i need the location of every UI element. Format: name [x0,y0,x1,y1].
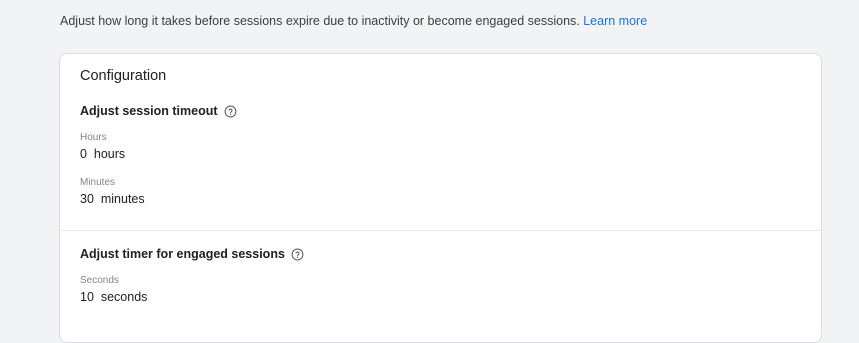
card-title: Configuration [80,68,167,84]
session-timeout-help-icon[interactable] [224,105,237,118]
hours-value[interactable]: 0 hours [80,147,125,161]
section-divider [60,230,821,231]
configuration-card: Configuration Adjust session timeout Hou… [59,53,822,343]
engaged-timer-heading-text: Adjust timer for engaged sessions [80,247,285,261]
minutes-label: Minutes [80,177,116,188]
engaged-timer-help-icon[interactable] [291,248,304,261]
session-timeout-heading-text: Adjust session timeout [80,104,218,118]
learn-more-link[interactable]: Learn more [583,14,647,28]
session-timeout-heading: Adjust session timeout [80,104,237,118]
page-description: Adjust how long it takes before sessions… [60,14,647,28]
seconds-label: Seconds [80,275,119,286]
minutes-value[interactable]: 30 minutes [80,192,145,206]
engaged-timer-heading: Adjust timer for engaged sessions [80,247,304,261]
description-text: Adjust how long it takes before sessions… [60,14,580,28]
hours-label: Hours [80,132,107,143]
seconds-value[interactable]: 10 seconds [80,290,147,304]
